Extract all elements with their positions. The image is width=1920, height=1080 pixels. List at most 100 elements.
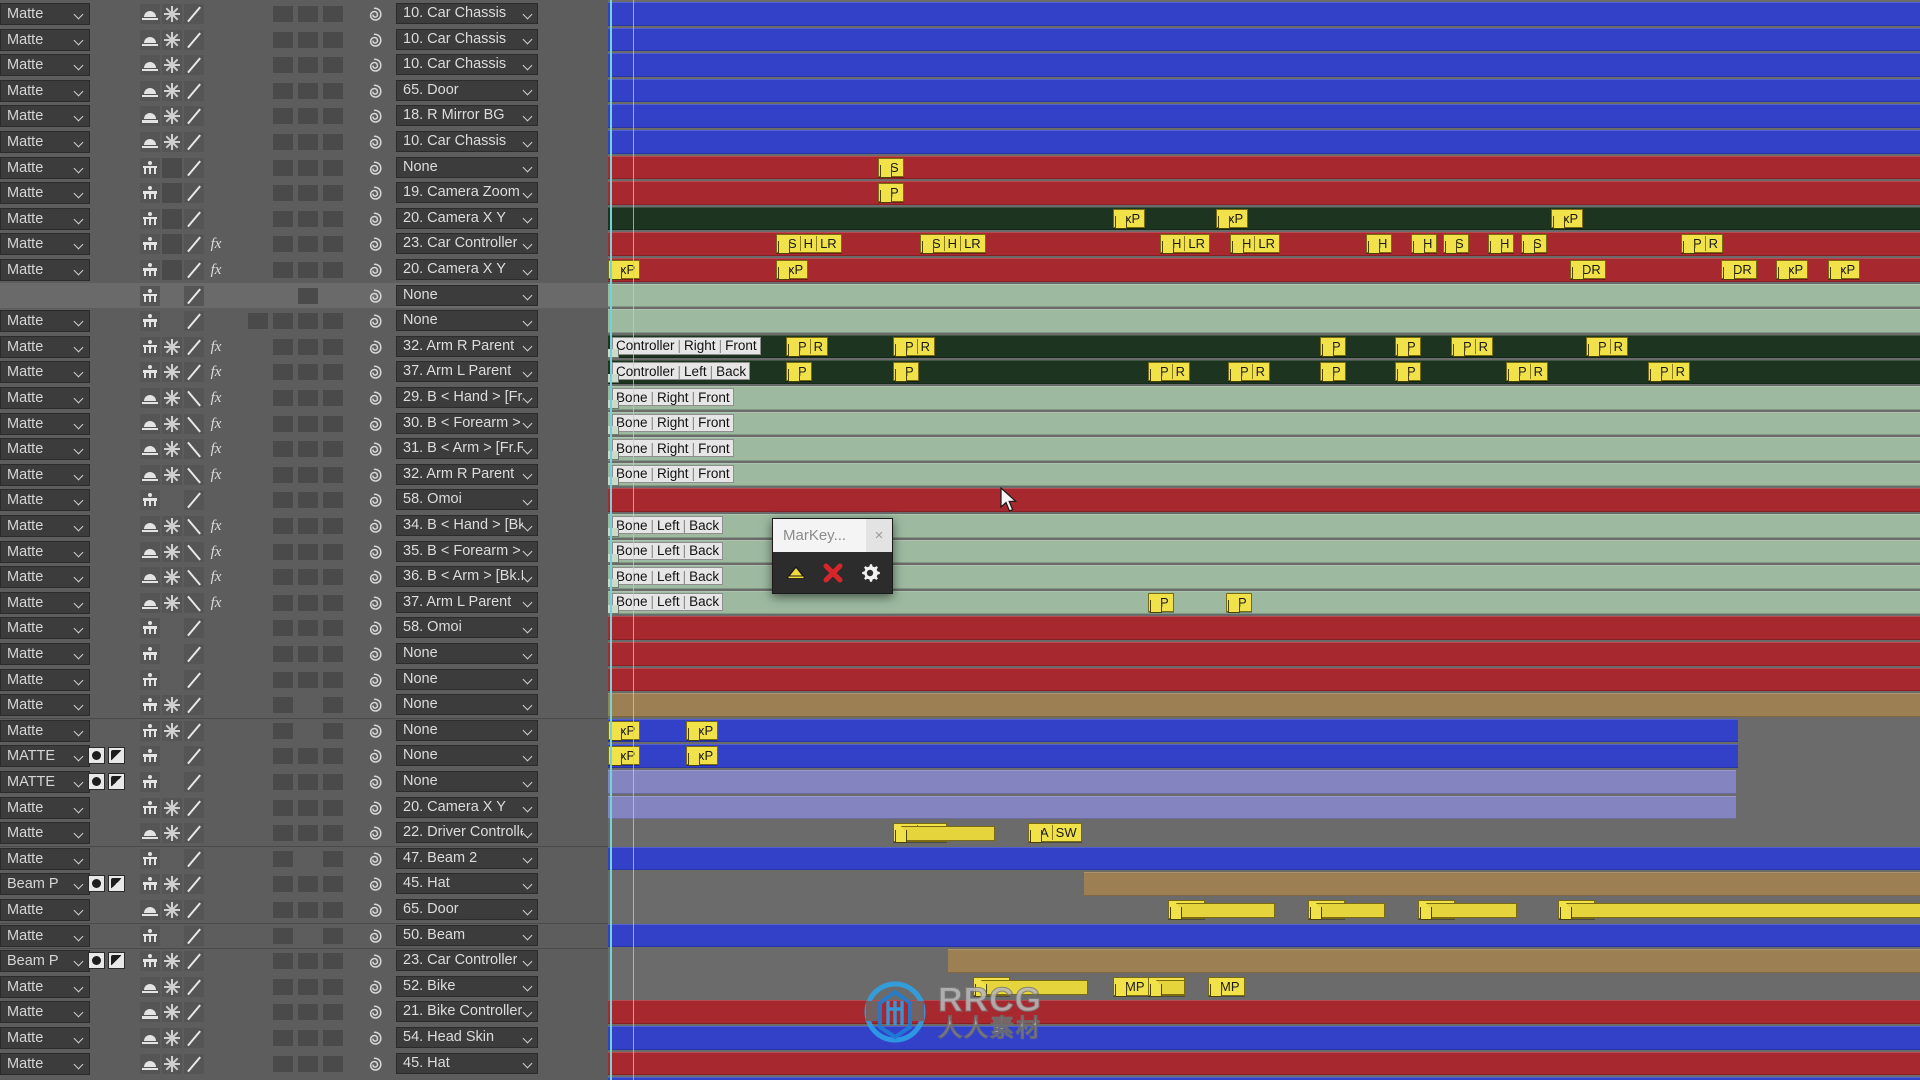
switch-block[interactable] xyxy=(298,6,318,22)
layer-name-plate[interactable]: Bone | Left | Back xyxy=(612,516,724,534)
switch-block[interactable] xyxy=(273,313,293,330)
layer-name-plate[interactable]: Bone | Right | Front xyxy=(612,464,734,483)
parent-pick-whip-icon[interactable] xyxy=(366,1056,383,1073)
layer-row[interactable]: Matte 19. Camera Zoom xyxy=(0,180,608,206)
marker-duration-bar[interactable] xyxy=(900,826,995,842)
parent-dropdown[interactable]: 52. Bike xyxy=(396,975,538,997)
comp-marker[interactable]: H xyxy=(1366,234,1393,255)
quality-sun-icon[interactable] xyxy=(162,1002,182,1023)
switch-block[interactable] xyxy=(298,313,318,330)
track-matte-dropdown[interactable]: Matte xyxy=(0,668,92,691)
effects-fx-icon[interactable]: fx xyxy=(206,414,226,434)
parent-dropdown[interactable]: 18. R Mirror BG xyxy=(396,105,538,127)
timeline-row[interactable]: xP xP xyxy=(608,718,1920,744)
effects-fx-icon[interactable]: fx xyxy=(206,234,226,254)
marker-pin-icon[interactable] xyxy=(686,748,700,767)
layer-row[interactable]: Matte 20. Camera X Y xyxy=(0,206,608,232)
switch-block[interactable] xyxy=(248,313,268,330)
parent-pick-whip-icon[interactable] xyxy=(366,672,383,689)
parent-pick-whip-icon[interactable] xyxy=(366,364,383,381)
layer-row[interactable]: Matte None xyxy=(0,718,608,744)
timeline-row[interactable] xyxy=(608,615,1920,641)
switch-block[interactable] xyxy=(273,543,293,560)
switch-block[interactable] xyxy=(273,722,293,739)
quality-slash-icon[interactable] xyxy=(184,1053,204,1074)
continuously-rasterize-icon[interactable] xyxy=(140,541,160,562)
quality-slash-icon[interactable] xyxy=(184,208,204,229)
parent-pick-whip-icon[interactable] xyxy=(366,1004,383,1021)
layer-row[interactable]: Matte None xyxy=(0,308,608,334)
switch-block[interactable] xyxy=(323,825,343,842)
comp-marker[interactable]: xP xyxy=(776,260,809,280)
collapse-transform-icon[interactable] xyxy=(140,746,160,767)
switch-block[interactable] xyxy=(323,262,343,278)
layer-duration-bar[interactable] xyxy=(608,744,1738,768)
parent-dropdown[interactable]: 10. Car Chassis xyxy=(396,54,538,76)
switch-block[interactable] xyxy=(273,262,293,278)
comp-marker[interactable]: P xyxy=(1395,336,1421,357)
parent-pick-whip-icon[interactable] xyxy=(366,646,383,663)
layer-row[interactable]: MATTE None xyxy=(0,769,608,795)
switch-block[interactable] xyxy=(298,774,318,790)
marker-pin-icon[interactable] xyxy=(1395,364,1409,383)
switch-block[interactable] xyxy=(273,594,293,611)
layer-name-plate[interactable]: Bone | Left | Back xyxy=(612,541,724,560)
switch-block[interactable] xyxy=(273,1004,293,1021)
switch-block[interactable] xyxy=(323,799,343,816)
layer-duration-bar[interactable] xyxy=(608,104,1920,128)
quality-backslash-icon[interactable] xyxy=(184,516,204,536)
switch-block[interactable] xyxy=(323,415,343,432)
track-matte-dropdown[interactable]: Matte xyxy=(0,156,92,179)
quality-slash-icon[interactable] xyxy=(184,900,204,920)
switch-block[interactable] xyxy=(273,850,293,867)
quality-slash-icon[interactable] xyxy=(184,772,204,792)
switch-block[interactable] xyxy=(273,441,293,458)
collapse-transform-icon[interactable] xyxy=(140,669,160,690)
timeline-row[interactable]: xP xP DR DR xP xP xyxy=(608,257,1920,283)
parent-dropdown[interactable]: None xyxy=(396,310,538,332)
continuously-rasterize-icon[interactable] xyxy=(140,823,160,844)
timeline-row[interactable]: xP xP xP xyxy=(608,206,1920,232)
layer-duration-bar[interactable] xyxy=(608,283,1920,308)
track-matte-dropdown[interactable]: Matte xyxy=(0,259,92,281)
switch-block[interactable] xyxy=(298,108,318,125)
switch-block[interactable] xyxy=(273,876,293,893)
comp-marker[interactable]: xP xyxy=(608,746,641,767)
parent-dropdown[interactable]: None xyxy=(396,668,538,690)
marker-pin-icon[interactable] xyxy=(893,338,907,358)
track-matte-dropdown[interactable]: Matte xyxy=(0,463,92,486)
collapse-transform-icon[interactable] xyxy=(140,490,160,511)
track-matte-dropdown[interactable]: Matte xyxy=(0,1052,92,1075)
track-matte-dropdown[interactable]: Matte xyxy=(0,899,92,921)
effects-fx-icon[interactable]: fx xyxy=(206,388,226,408)
quality-slash-icon[interactable] xyxy=(184,311,204,332)
collapse-transform-icon[interactable] xyxy=(140,874,160,895)
switch-block[interactable] xyxy=(273,646,293,662)
comp-marker[interactable]: S H LR xyxy=(920,234,986,255)
switch-block[interactable] xyxy=(298,390,318,406)
quality-slash-icon[interactable] xyxy=(184,106,204,127)
quality-slash-icon[interactable] xyxy=(184,925,204,946)
marker-pin-icon[interactable] xyxy=(786,364,800,383)
marker-pin-icon[interactable] xyxy=(1411,236,1425,255)
track-matte-dropdown[interactable]: Matte xyxy=(0,796,92,819)
layer-duration-bar[interactable] xyxy=(608,1000,1920,1024)
layer-row[interactable]: Matte 54. Head Skin xyxy=(0,1025,608,1051)
marker-pin-icon[interactable] xyxy=(1681,236,1695,255)
marker-pin-icon[interactable] xyxy=(1586,338,1600,358)
track-matte-dropdown[interactable]: Matte xyxy=(0,3,92,25)
track-matte-dropdown[interactable]: Matte xyxy=(0,182,92,205)
collapse-transform-icon[interactable] xyxy=(140,234,160,255)
switch-block[interactable] xyxy=(298,799,318,816)
parent-dropdown[interactable]: 54. Head Skin xyxy=(396,1027,538,1048)
switch-block[interactable] xyxy=(298,287,318,304)
timeline-row[interactable] xyxy=(608,846,1920,872)
continuously-rasterize-icon[interactable] xyxy=(140,388,160,408)
quality-backslash-icon[interactable] xyxy=(184,388,204,408)
quality-slash-icon[interactable] xyxy=(184,848,204,869)
quality-sun-icon[interactable] xyxy=(162,567,182,588)
marker-duration-bar[interactable] xyxy=(1425,903,1517,918)
parent-dropdown[interactable]: 10. Car Chassis xyxy=(396,131,538,152)
parent-pick-whip-icon[interactable] xyxy=(366,748,383,765)
continuously-rasterize-icon[interactable] xyxy=(140,55,160,76)
